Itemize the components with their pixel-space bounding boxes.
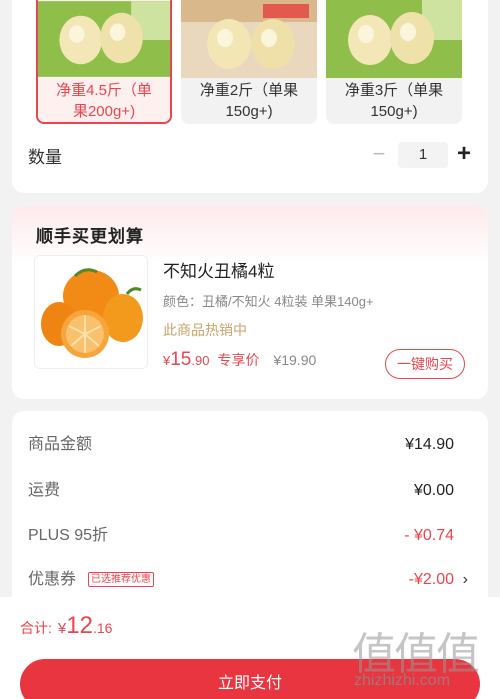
summary-value: ¥14.90 bbox=[405, 436, 454, 453]
product-thumbnail[interactable] bbox=[34, 255, 148, 369]
summary-label: 优惠券 bbox=[28, 571, 77, 588]
product-price-row: ¥ 15 .90 专享价 ¥19.90 bbox=[163, 349, 316, 375]
summary-value: ¥0.00 bbox=[413, 482, 454, 499]
upsell-title: 顺手买更划算 bbox=[36, 227, 144, 246]
total-label: 合计: bbox=[20, 620, 52, 636]
spec-option-4-5jin[interactable]: 净重4.5斤（单 果200g+) bbox=[36, 0, 172, 124]
summary-label: 商品金额 bbox=[28, 436, 93, 453]
order-total: 合计: ¥ 12 .16 bbox=[20, 612, 112, 640]
pear-box-image bbox=[38, 1, 170, 77]
orange-image bbox=[35, 256, 147, 368]
summary-label: 运费 bbox=[28, 482, 61, 499]
pear-box-image bbox=[326, 0, 462, 78]
quantity-value[interactable]: 1 bbox=[398, 142, 448, 168]
spec-option-label: 净重3斤（单果 150g+) bbox=[344, 82, 444, 120]
product-name[interactable]: 不知火丑橘4粒 bbox=[163, 257, 274, 282]
product-hot-label: 此商品热销中 bbox=[163, 322, 247, 338]
original-price: ¥19.90 bbox=[273, 352, 317, 368]
summary-row-shipping: 运费 ¥0.00 bbox=[28, 479, 468, 503]
watermark: 值值值 zhizhizhi.com bbox=[352, 618, 498, 696]
summary-row-goods-amount: 商品金额 ¥14.90 bbox=[28, 433, 468, 457]
product-spec: 颜色：丑橘/不知火 4粒装 单果140g+ bbox=[163, 294, 374, 309]
quantity-label: 数量 bbox=[28, 148, 62, 167]
summary-row-plus-discount: PLUS 95折 - ¥0.74 bbox=[28, 524, 468, 548]
summary-row-coupon[interactable]: 优惠券 已选推荐优惠 -¥2.00 › bbox=[28, 568, 468, 592]
order-summary-card: 商品金额 ¥14.90 运费 ¥0.00 PLUS 95折 - ¥0.74 优惠… bbox=[12, 411, 488, 611]
summary-value: -¥2.00 bbox=[408, 571, 454, 588]
watermark-url: zhizhizhi.com bbox=[354, 672, 451, 689]
price-integer: 15 bbox=[170, 349, 192, 370]
pear-box-image bbox=[181, 0, 317, 78]
exclusive-price-tag: 专享价 bbox=[217, 352, 260, 368]
plus-icon[interactable]: + bbox=[452, 140, 476, 168]
one-click-buy-button[interactable]: 一键购买 bbox=[385, 349, 465, 379]
upsell-card: 顺手买更划算 不知火丑橘4粒 颜色：丑橘/不知火 4粒装 单果140g+ 此商品… bbox=[12, 206, 488, 399]
spec-option-3jin[interactable]: 净重3斤（单果 150g+) bbox=[326, 0, 462, 124]
total-decimal: .16 bbox=[92, 620, 113, 636]
summary-label: PLUS 95折 bbox=[28, 527, 109, 544]
spec-option-label: 净重2斤（单果 150g+) bbox=[199, 82, 299, 120]
spec-card: 净重4.5斤（单 果200g+) 净重2斤（单果 150g+) 净重3斤（单果 … bbox=[12, 0, 488, 193]
price-symbol: ¥ bbox=[163, 353, 171, 368]
spec-option-label: 净重4.5斤（单 果200g+) bbox=[56, 82, 152, 120]
coupon-badge: 已选推荐优惠 bbox=[88, 572, 154, 587]
total-integer: 12 bbox=[66, 612, 93, 639]
price-decimal: .90 bbox=[191, 353, 210, 368]
chevron-right-icon[interactable]: › bbox=[463, 568, 468, 592]
summary-value: - ¥0.74 bbox=[404, 527, 454, 544]
total-symbol: ¥ bbox=[57, 620, 67, 637]
minus-icon[interactable]: − bbox=[368, 142, 390, 166]
spec-option-2jin[interactable]: 净重2斤（单果 150g+) bbox=[181, 0, 317, 124]
